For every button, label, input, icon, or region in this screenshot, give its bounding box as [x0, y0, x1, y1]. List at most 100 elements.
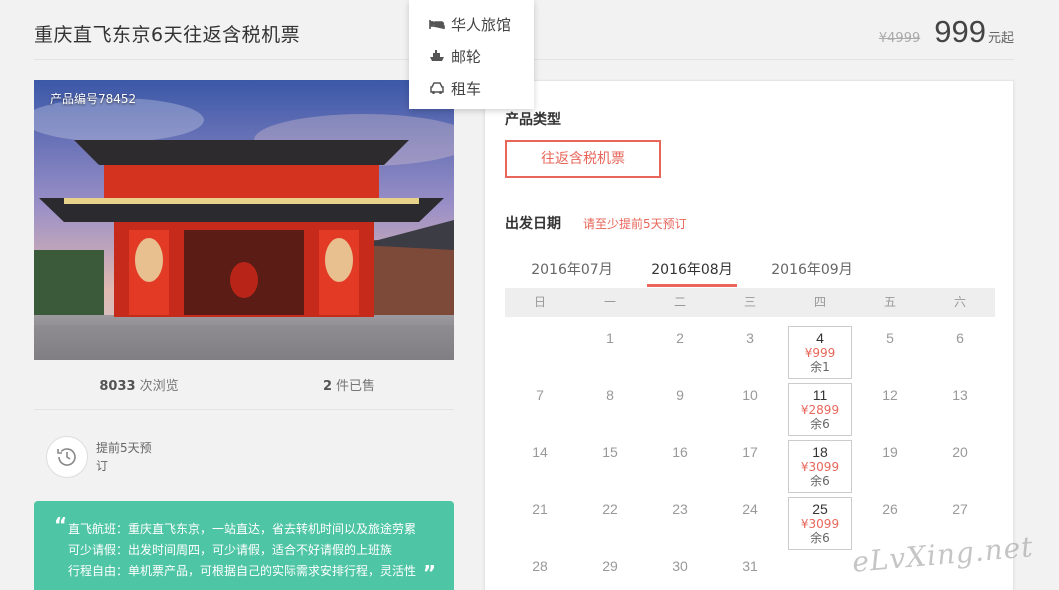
calendar-day: 29	[575, 552, 645, 590]
calendar-day-number: 27	[952, 501, 968, 517]
calendar-day: 30	[645, 552, 715, 590]
weekday-label: 二	[673, 295, 686, 309]
close-quote-icon: ”	[422, 561, 436, 585]
calendar-day: 21	[505, 495, 575, 552]
weekday-label: 一	[603, 295, 616, 309]
original-price: ¥4999	[878, 31, 921, 46]
booking-panel: 产品类型 往返含税机票 出发日期 请至少提前5天预订 2016年07月 2016…	[484, 80, 1014, 590]
calendar-day: 28	[505, 552, 575, 590]
calendar-week-row: 14 15 16 17 18 ¥3099 余6 19 20	[505, 438, 995, 495]
desc-line: 直飞航班：重庆直飞东京，一站直达，省去转机时间以及旅途劳累	[68, 522, 417, 536]
calendar-day-number: 15	[602, 444, 618, 460]
sold-count: 2	[322, 379, 333, 394]
tab-month-august[interactable]: 2016年08月	[647, 259, 737, 287]
views-label: 次浏览	[139, 379, 179, 394]
calendar-day-number: 2	[676, 330, 684, 346]
weekday-label: 四	[813, 295, 826, 309]
calendar-week-row: 7 8 9 10 11 ¥2899 余6 12 13	[505, 381, 995, 438]
calendar-day-number: 22	[602, 501, 618, 517]
calendar-day-number: 24	[742, 501, 758, 517]
menu-item-label: 租车	[451, 79, 482, 98]
weekday-label: 六	[953, 295, 966, 309]
calendar-day-number: 28	[532, 558, 548, 574]
calendar-day-number: 8	[606, 387, 614, 403]
calendar-day-number: 23	[672, 501, 688, 517]
calendar-day-number: 6	[956, 330, 964, 346]
menu-item-hotel[interactable]: 华人旅馆	[409, 8, 534, 40]
product-photo: 产品编号78452	[34, 80, 454, 360]
product-stats: 8033 次浏览 2 件已售	[34, 368, 454, 410]
calendar-day-available[interactable]: 4 ¥999 余1	[785, 324, 855, 381]
calendar-day-available[interactable]: 25 ¥3099 余6	[785, 495, 855, 552]
calendar-day-number: 17	[742, 444, 758, 460]
calendar-day: 14	[505, 438, 575, 495]
calendar-day-number: 5	[886, 330, 894, 346]
calendar-day-number: 29	[602, 558, 618, 574]
weekday-label: 日	[533, 295, 546, 309]
calendar-day-number: 9	[676, 387, 684, 403]
hotel-icon	[429, 17, 445, 31]
calendar-day-number: 14	[532, 444, 548, 460]
advance-booking-text: 提前5天预订	[96, 441, 152, 473]
tab-month-september[interactable]: 2016年09月	[767, 259, 857, 287]
calendar-day	[785, 552, 855, 590]
calendar-day: 15	[575, 438, 645, 495]
sold-label: 件已售	[336, 379, 376, 394]
product-number: 产品编号78452	[50, 92, 137, 106]
views-stat: 8033 次浏览	[34, 368, 244, 409]
menu-item-car-rental[interactable]: 租车	[409, 72, 534, 104]
calendar-day-number: 10	[742, 387, 758, 403]
ship-icon	[429, 49, 445, 63]
page-title: 重庆直飞东京6天往返含税机票	[34, 24, 301, 46]
weekday-header: 日 一 二 三 四 五 六	[505, 288, 995, 317]
calendar-day: 5	[855, 324, 925, 381]
calendar-day: 24	[715, 495, 785, 552]
calendar-day: 22	[575, 495, 645, 552]
current-price: 999	[934, 14, 986, 49]
calendar-day: 8	[575, 381, 645, 438]
calendar-day-number: 13	[952, 387, 968, 403]
calendar-day-number: 20	[952, 444, 968, 460]
tab-month-july[interactable]: 2016年07月	[527, 259, 617, 287]
calendar-day-number: 21	[532, 501, 548, 517]
calendar-day-border	[788, 326, 852, 379]
calendar-day-number: 3	[746, 330, 754, 346]
product-type-option[interactable]: 往返含税机票	[505, 140, 661, 178]
calendar-day: 9	[645, 381, 715, 438]
calendar-day: 19	[855, 438, 925, 495]
calendar-day: 1	[575, 324, 645, 381]
price-unit: 元起	[987, 31, 1014, 46]
calendar-day-number: 16	[672, 444, 688, 460]
calendar-day-number: 19	[882, 444, 898, 460]
calendar-day: 31	[715, 552, 785, 590]
calendar-day-border	[788, 440, 852, 493]
departure-date-label: 出发日期	[505, 216, 561, 232]
calendar-day-number: 7	[536, 387, 544, 403]
calendar-day-available[interactable]: 11 ¥2899 余6	[785, 381, 855, 438]
advance-booking: 提前5天预订	[46, 436, 158, 478]
calendar-day: 16	[645, 438, 715, 495]
open-quote-icon: “	[54, 513, 68, 537]
calendar-day-border	[788, 383, 852, 436]
views-count: 8033	[99, 379, 136, 394]
nav-dropdown-menu: 华人旅馆 邮轮 租车	[409, 0, 534, 109]
calendar-day: 23	[645, 495, 715, 552]
calendar-day: 10	[715, 381, 785, 438]
calendar-day-border	[788, 497, 852, 550]
weekday-label: 三	[743, 295, 756, 309]
menu-item-cruise[interactable]: 邮轮	[409, 40, 534, 72]
price-area: ¥4999 999 元起	[879, 14, 1014, 50]
calendar-day: 6	[925, 324, 995, 381]
calendar-week-row: 1 2 3 4 ¥999 余1 5 6	[505, 324, 995, 381]
calendar-day: 20	[925, 438, 995, 495]
calendar-day: 13	[925, 381, 995, 438]
desc-line: 行程自由：单机票产品，可根据自己的实际需求安排行程，灵活性	[68, 564, 417, 578]
calendar-day: 3	[715, 324, 785, 381]
calendar-day-available[interactable]: 18 ¥3099 余6	[785, 438, 855, 495]
product-type-label: 产品类型	[505, 112, 561, 128]
desc-line: 可少请假：出发时间周四，可少请假，适合不好请假的上班族	[68, 543, 393, 557]
calendar-day-number: 12	[882, 387, 898, 403]
calendar-day-number: 1	[606, 330, 614, 346]
calendar-day: 12	[855, 381, 925, 438]
weekday-label: 五	[883, 295, 896, 309]
